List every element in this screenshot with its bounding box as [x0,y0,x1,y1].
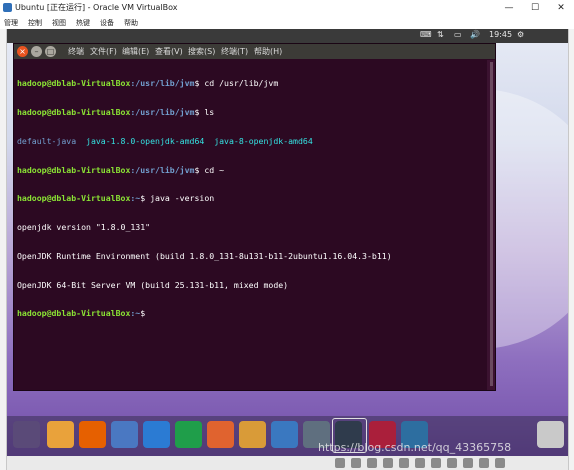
display-status-icon[interactable] [431,458,441,468]
wps-spreadsheet-icon[interactable] [175,421,202,448]
menu-help[interactable]: 帮助 [124,18,138,28]
network-status-icon[interactable] [383,458,393,468]
terminal-minimize-button[interactable]: – [31,46,42,57]
terminal-line-3: default-java java-1.8.0-openjdk-amd64 ja… [17,135,313,146]
virtualbox-icon [3,3,12,12]
vbox-window-titlebar: Ubuntu [正在运行] - Oracle VM VirtualBox — ☐… [0,0,574,17]
cpu-status-icon[interactable] [463,458,473,468]
terminal-scrollbar-thumb[interactable] [490,62,493,386]
hdd-status-icon[interactable] [335,458,345,468]
terminal-menu-terminal[interactable]: 终端(T) [221,46,248,57]
terminal-line-5: hadoop@dblab-VirtualBox:~$ java -version [17,193,215,204]
menu-manage[interactable]: 管理 [4,18,18,28]
terminal-line-7: OpenJDK Runtime Environment (build 1.8.0… [17,250,392,261]
shared-folders-icon[interactable] [415,458,425,468]
audio-status-icon[interactable] [367,458,377,468]
terminal-line-9: hadoop@dblab-VirtualBox:~$ [17,308,146,319]
terminal-line-8: OpenJDK 64-Bit Server VM (build 25.131-b… [17,279,289,290]
ubuntu-top-panel: ⌨ ⇅ ▭ 🔊 19:45 ⚙ [7,29,568,43]
terminal-line-1: hadoop@dblab-VirtualBox:/usr/lib/jvm$ cd… [17,78,279,89]
terminal-output[interactable]: hadoop@dblab-VirtualBox:/usr/lib/jvm$ cd… [17,60,487,386]
vbox-menubar: 管理 控制 视图 热键 设备 帮助 [0,16,574,29]
recording-status-icon[interactable] [447,458,457,468]
wps-writer-icon[interactable] [143,421,170,448]
close-button[interactable]: ✕ [548,0,574,16]
blog-watermark: https://blog.csdn.net/qq_43365758 [318,441,512,454]
ubuntu-desktop: ⌨ ⇅ ▭ 🔊 19:45 ⚙ × – □ 终端 文件(F) 编辑(E) 查看(… [7,29,568,470]
terminal-line-4: hadoop@dblab-VirtualBox:/usr/lib/jvm$ cd… [17,164,225,175]
menu-control[interactable]: 控制 [28,18,42,28]
terminal-titlebar[interactable]: × – □ 终端 文件(F) 编辑(E) 查看(V) 搜索(S) 终端(T) 帮… [14,44,495,59]
window-title: Ubuntu [正在运行] - Oracle VM VirtualBox [15,3,178,12]
terminal-maximize-button[interactable]: □ [45,46,56,57]
terminal-menu-search[interactable]: 搜索(S) [188,46,215,57]
network-icon[interactable]: ⇅ [437,30,444,39]
mouse-integration-icon[interactable] [479,458,489,468]
text-editor-icon[interactable] [239,421,266,448]
terminal-menu-file[interactable]: 文件(F) [90,46,117,57]
terminal-menu-view[interactable]: 查看(V) [155,46,183,57]
host-key-icon[interactable] [495,458,505,468]
keyboard-layout-icon[interactable]: ⌨ [420,30,432,39]
terminal-line-6: openjdk version "1.8.0_131" [17,222,151,233]
right-border [568,29,574,470]
terminal-close-button[interactable]: × [17,46,28,57]
menu-devices[interactable]: 设备 [100,18,114,28]
terminal-line-2: hadoop@dblab-VirtualBox:/usr/lib/jvm$ ls [17,106,215,117]
menu-view[interactable]: 视图 [52,18,66,28]
optical-drive-icon[interactable] [351,458,361,468]
left-border [0,29,7,470]
chromium-icon[interactable] [111,421,138,448]
volume-icon[interactable]: 🔊 [470,30,480,39]
usb-status-icon[interactable] [399,458,409,468]
settings-icon[interactable]: ⚙ [517,30,524,39]
terminal-menu-title: 终端 [68,47,84,56]
maximize-button[interactable]: ☐ [522,0,548,16]
uk-software-icon[interactable] [271,421,298,448]
ubuntu-logo-icon[interactable] [13,421,40,448]
terminal-menu-edit[interactable]: 编辑(E) [122,46,149,57]
vbox-status-bar [7,456,568,470]
menu-hotkey[interactable]: 热键 [76,18,90,28]
trash-icon[interactable] [537,421,564,448]
clock[interactable]: 19:45 [489,30,512,39]
firefox-icon[interactable] [79,421,106,448]
files-icon[interactable] [47,421,74,448]
wps-presentation-icon[interactable] [207,421,234,448]
terminal-menu-help[interactable]: 帮助(H) [254,46,282,57]
minimize-button[interactable]: — [496,0,522,16]
terminal-window[interactable]: × – □ 终端 文件(F) 编辑(E) 查看(V) 搜索(S) 终端(T) 帮… [14,44,495,390]
battery-icon[interactable]: ▭ [454,30,462,39]
